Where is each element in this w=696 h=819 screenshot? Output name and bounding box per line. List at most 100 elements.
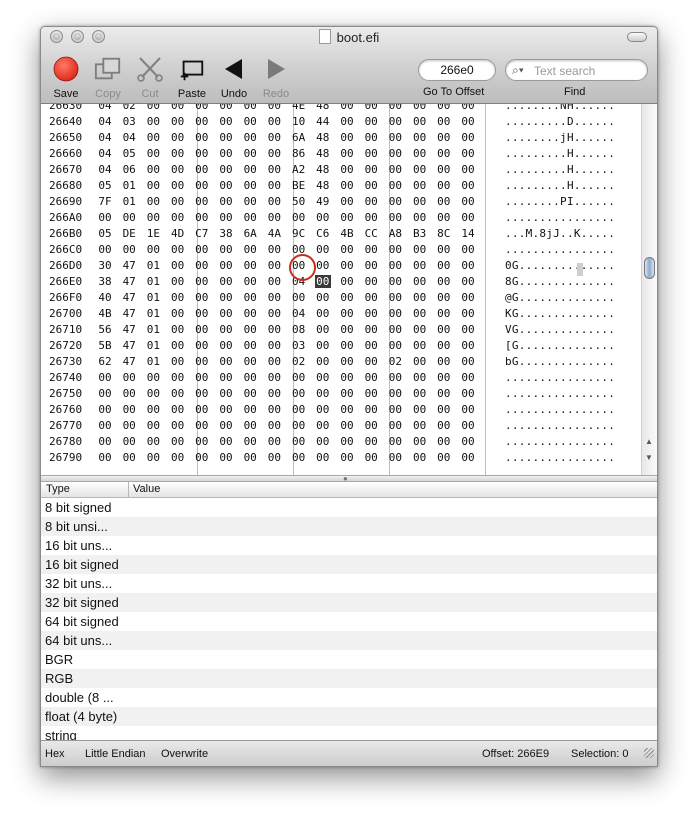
hex-byte[interactable]: 00 xyxy=(363,275,379,288)
hex-row-ascii[interactable]: ................ xyxy=(505,243,615,256)
hex-byte[interactable]: 47 xyxy=(121,339,137,352)
hex-byte[interactable]: 00 xyxy=(194,451,210,464)
hex-byte[interactable]: 00 xyxy=(460,291,476,304)
hex-row[interactable]: 26670 04 06 00 00 00 00 00 00 A2 48 00 00 00 00 00 00...… xyxy=(41,162,641,178)
hex-byte[interactable]: 4B xyxy=(97,307,113,320)
hex-row[interactable]: 26650 04 04 00 00 00 00 00 00 6A 48 00 00 00 00 00 00...… xyxy=(41,130,641,146)
hex-row[interactable]: 266B0 05 DE 1E 4D C7 38 6A 4A 9C C6 4B CC A8 B3 8C 14...… xyxy=(41,226,641,242)
hex-byte[interactable]: 00 xyxy=(218,211,234,224)
hex-byte[interactable]: 00 xyxy=(242,259,258,272)
hex-byte[interactable]: 1E xyxy=(145,227,161,240)
hex-byte[interactable]: 00 xyxy=(218,195,234,208)
hex-byte[interactable]: 00 xyxy=(387,104,403,112)
hex-byte[interactable]: 00 xyxy=(218,243,234,256)
hex-byte[interactable]: 00 xyxy=(170,355,186,368)
hex-byte[interactable]: 00 xyxy=(436,131,452,144)
table-row[interactable]: 8 bit unsi... xyxy=(41,517,657,536)
hex-byte[interactable]: 00 xyxy=(145,195,161,208)
hex-byte[interactable]: 00 xyxy=(266,451,282,464)
hex-byte[interactable]: 05 xyxy=(121,147,137,160)
hex-byte[interactable]: 00 xyxy=(266,104,282,112)
hex-byte[interactable]: 00 xyxy=(194,131,210,144)
hex-row[interactable]: 26720 5B 47 01 00 00 00 00 00 03 00 00 00 00 00 00 00 [G.… xyxy=(41,338,641,354)
hex-byte[interactable]: 00 xyxy=(242,451,258,464)
hex-byte[interactable]: 00 xyxy=(436,259,452,272)
hex-byte[interactable]: 00 xyxy=(412,104,428,112)
hex-byte[interactable]: 00 xyxy=(218,104,234,112)
hex-byte[interactable]: 00 xyxy=(436,307,452,320)
hex-view[interactable]: 26630 04 02 00 00 00 00 00 00 4E 48 00 00 00 00 00 00...… xyxy=(41,104,657,475)
hex-byte[interactable]: A8 xyxy=(387,227,403,240)
hex-byte[interactable]: 00 xyxy=(170,195,186,208)
hex-byte[interactable]: 00 xyxy=(387,163,403,176)
scroll-up-arrow-icon[interactable]: ▲ xyxy=(645,437,653,446)
table-row[interactable]: 64 bit uns... xyxy=(41,631,657,650)
hex-row[interactable]: 266E0 38 47 01 00 00 00 00 00 04 00 00 00 00 00 00 00 8G.… xyxy=(41,274,641,290)
table-row[interactable]: float (4 byte) xyxy=(41,707,657,726)
hex-byte[interactable]: 00 xyxy=(242,371,258,384)
hex-byte[interactable]: 00 xyxy=(460,355,476,368)
hex-byte[interactable]: 06 xyxy=(121,163,137,176)
hex-byte[interactable]: 00 xyxy=(436,371,452,384)
hex-byte[interactable]: 00 xyxy=(121,243,137,256)
hex-byte[interactable]: 00 xyxy=(218,307,234,320)
hex-vertical-scrollbar[interactable]: ▲ ▼ xyxy=(641,104,657,475)
hex-row-ascii[interactable]: bG.............. xyxy=(505,355,615,368)
hex-byte[interactable]: 00 xyxy=(266,435,282,448)
hex-byte[interactable]: 00 xyxy=(266,371,282,384)
hex-byte[interactable]: 00 xyxy=(194,163,210,176)
hex-byte[interactable]: 00 xyxy=(460,179,476,192)
hex-row[interactable]: 26680 05 01 00 00 00 00 00 00 BE 48 00 00 00 00 00 00...… xyxy=(41,178,641,194)
hex-byte[interactable]: 00 xyxy=(436,104,452,112)
hex-byte[interactable]: 00 xyxy=(339,243,355,256)
hex-byte[interactable]: 00 xyxy=(194,307,210,320)
hex-byte[interactable]: 00 xyxy=(363,104,379,112)
hex-byte[interactable]: 00 xyxy=(145,403,161,416)
hex-byte[interactable]: 00 xyxy=(363,451,379,464)
hex-byte[interactable]: 00 xyxy=(412,163,428,176)
hex-byte[interactable]: 00 xyxy=(436,275,452,288)
hex-byte[interactable]: 04 xyxy=(121,131,137,144)
hex-row[interactable]: 26780 00 00 00 00 00 00 00 00 00 00 00 00 00 00 00 00...… xyxy=(41,434,641,450)
hex-row[interactable]: 26730 62 47 01 00 00 00 00 00 02 00 00 00 02 00 00 00 bG.… xyxy=(41,354,641,370)
hex-byte[interactable]: 00 xyxy=(460,104,476,112)
hex-byte[interactable]: 00 xyxy=(194,291,210,304)
hex-byte[interactable]: 48 xyxy=(315,104,331,112)
hex-byte[interactable]: 00 xyxy=(194,371,210,384)
hex-byte[interactable]: 8C xyxy=(436,227,452,240)
hex-byte[interactable]: 00 xyxy=(339,323,355,336)
hex-byte[interactable]: 00 xyxy=(412,371,428,384)
hex-byte[interactable]: 00 xyxy=(436,147,452,160)
hex-byte[interactable]: 00 xyxy=(315,419,331,432)
hex-byte[interactable]: 00 xyxy=(170,243,186,256)
hex-byte[interactable]: 00 xyxy=(194,339,210,352)
hex-byte[interactable]: 00 xyxy=(194,259,210,272)
table-row[interactable]: 16 bit uns... xyxy=(41,536,657,555)
hex-byte[interactable]: 00 xyxy=(339,355,355,368)
hex-byte[interactable]: 00 xyxy=(363,115,379,128)
hex-byte[interactable]: 00 xyxy=(194,419,210,432)
hex-byte[interactable]: 00 xyxy=(121,211,137,224)
hex-byte[interactable]: 00 xyxy=(387,195,403,208)
hex-byte[interactable]: 00 xyxy=(145,179,161,192)
hex-byte[interactable]: 00 xyxy=(412,419,428,432)
hex-byte[interactable]: 00 xyxy=(291,291,307,304)
hex-byte[interactable]: 00 xyxy=(218,163,234,176)
hex-byte[interactable]: 00 xyxy=(460,307,476,320)
hex-byte[interactable]: 00 xyxy=(412,291,428,304)
hex-byte[interactable]: 00 xyxy=(170,451,186,464)
hex-byte[interactable]: 00 xyxy=(218,339,234,352)
hex-byte[interactable]: 00 xyxy=(97,387,113,400)
hex-byte[interactable]: 00 xyxy=(266,403,282,416)
hex-byte[interactable]: 01 xyxy=(121,179,137,192)
hex-byte[interactable]: A2 xyxy=(291,163,307,176)
status-edit-mode[interactable]: Overwrite xyxy=(161,748,208,760)
hex-byte[interactable]: 00 xyxy=(387,131,403,144)
hex-byte[interactable]: 00 xyxy=(145,211,161,224)
hex-byte[interactable]: 00 xyxy=(387,307,403,320)
hex-byte[interactable]: 00 xyxy=(387,435,403,448)
hex-row[interactable]: 26710 56 47 01 00 00 00 00 00 08 00 00 00 00 00 00 00 VG.… xyxy=(41,322,641,338)
hex-byte[interactable]: 00 xyxy=(242,323,258,336)
hex-byte[interactable]: 01 xyxy=(145,323,161,336)
hex-byte[interactable]: 00 xyxy=(242,355,258,368)
